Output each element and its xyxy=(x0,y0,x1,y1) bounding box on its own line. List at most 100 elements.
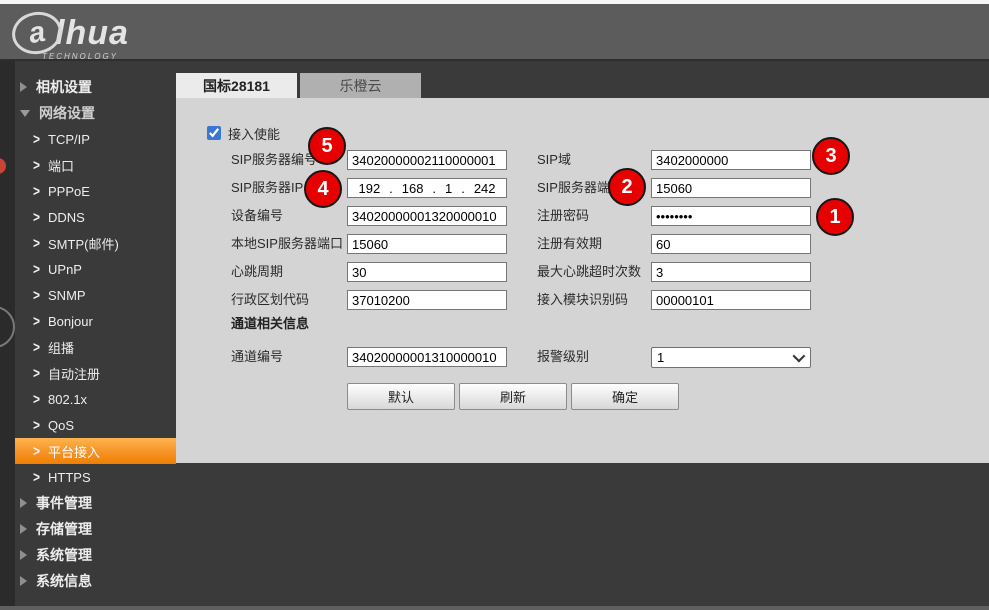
chevron-right-icon: > xyxy=(33,392,40,407)
tab-gb28181[interactable]: 国标28181 xyxy=(176,73,297,98)
register-password-field[interactable] xyxy=(651,206,811,226)
sidebar-item-auto-register[interactable]: > 自动注册 xyxy=(15,360,176,386)
sidebar-item-qos[interactable]: > QoS xyxy=(15,412,176,438)
chevron-right-icon: > xyxy=(33,314,40,329)
chevron-right-icon: > xyxy=(33,470,40,485)
device-id-label: 设备编号 xyxy=(231,206,283,226)
access-enable-checkbox[interactable] xyxy=(207,126,221,140)
chevron-right-icon: > xyxy=(33,236,40,251)
ip-octet: 168 xyxy=(402,181,424,196)
admin-division-code-label: 行政区划代码 xyxy=(231,290,309,310)
triangle-down-icon xyxy=(20,110,30,117)
bottom-strip xyxy=(0,606,989,610)
tab-lechange[interactable]: 乐橙云 xyxy=(300,73,421,98)
local-sip-port-label: 本地SIP服务器端口 xyxy=(231,234,343,254)
triangle-right-icon xyxy=(20,576,27,586)
dahua-web-config: { "header": { "brand_a": "a", "brand_res… xyxy=(0,0,989,610)
annotation-circle-3: 3 xyxy=(812,137,850,175)
sidebar-item-https[interactable]: > HTTPS xyxy=(15,464,176,490)
chevron-right-icon: > xyxy=(33,418,40,433)
sidebar-item-snmp[interactable]: > SNMP xyxy=(15,282,176,308)
sidebar-item-smtp[interactable]: > SMTP(邮件) xyxy=(15,230,176,256)
sidebar-item-platform-access[interactable]: > 平台接入 xyxy=(15,438,176,464)
ip-dot xyxy=(461,181,465,196)
sidebar-item-system-management[interactable]: 系统管理 xyxy=(15,542,176,568)
chevron-right-icon: > xyxy=(33,132,40,147)
content-panel: 接入使能 SIP服务器编号 SIP域 SIP服务器IP 1921681242 S… xyxy=(176,98,989,463)
access-enable-label: 接入使能 xyxy=(228,124,280,143)
header-bar: alhua TECHNOLOGY xyxy=(0,4,989,61)
admin-division-code-field[interactable] xyxy=(347,290,507,310)
ip-octet: 242 xyxy=(474,181,496,196)
max-heartbeat-timeout-field[interactable] xyxy=(651,262,811,282)
sip-server-id-label: SIP服务器编号 xyxy=(231,150,317,170)
chevron-right-icon: > xyxy=(33,288,40,303)
triangle-right-icon xyxy=(20,524,27,534)
dahua-logo-subtitle: TECHNOLOGY xyxy=(42,52,129,61)
heartbeat-period-label: 心跳周期 xyxy=(231,262,283,282)
chevron-right-icon: > xyxy=(33,210,40,225)
alarm-level-label: 报警级别 xyxy=(537,347,589,367)
sidebar-item-pppoe[interactable]: > PPPoE xyxy=(15,178,176,204)
local-sip-port-field[interactable] xyxy=(347,234,507,254)
register-validity-label: 注册有效期 xyxy=(537,234,602,254)
chevron-right-icon: > xyxy=(33,184,40,199)
sidebar-item-port[interactable]: > 端口 xyxy=(15,152,176,178)
triangle-right-icon xyxy=(20,498,27,508)
triangle-right-icon xyxy=(20,550,27,560)
chevron-right-icon: > xyxy=(33,158,40,173)
access-module-id-label: 接入模块识别码 xyxy=(537,290,628,310)
sidebar-item-system-info[interactable]: 系统信息 xyxy=(15,568,176,594)
annotation-circle-4: 4 xyxy=(304,170,342,208)
dahua-logo-wordmark: alhua xyxy=(12,12,129,54)
sidebar-item-storage-management[interactable]: 存储管理 xyxy=(15,516,176,542)
access-enable-row: 接入使能 xyxy=(207,125,280,141)
sidebar-item-multicast[interactable]: > 组播 xyxy=(15,334,176,360)
refresh-button[interactable]: 刷新 xyxy=(459,383,567,410)
dahua-logo: alhua TECHNOLOGY xyxy=(12,12,129,61)
register-password-label: 注册密码 xyxy=(537,206,589,226)
alarm-level-value: 1 xyxy=(657,350,793,365)
sidebar-item-tcpip[interactable]: > TCP/IP xyxy=(15,126,176,152)
annotation-circle-2: 2 xyxy=(608,168,646,206)
sip-server-port-field[interactable] xyxy=(651,178,811,198)
chevron-right-icon: > xyxy=(33,444,40,459)
channel-id-field[interactable] xyxy=(347,347,507,367)
sidebar-item-ddns[interactable]: > DDNS xyxy=(15,204,176,230)
ip-octet: 192 xyxy=(358,181,380,196)
sidebar-item-event-management[interactable]: 事件管理 xyxy=(15,490,176,516)
sidebar-item-network-settings[interactable]: 网络设置 xyxy=(15,100,176,126)
ip-octet: 1 xyxy=(445,181,452,196)
chevron-right-icon: > xyxy=(33,262,40,277)
max-heartbeat-timeout-label: 最大心跳超时次数 xyxy=(537,262,641,282)
sip-server-id-field[interactable] xyxy=(347,150,507,170)
default-button[interactable]: 默认 xyxy=(347,383,455,410)
device-id-field[interactable] xyxy=(347,206,507,226)
button-row: 默认 刷新 确定 xyxy=(347,383,683,410)
sip-domain-label: SIP域 xyxy=(537,150,571,170)
annotation-circle-5: 5 xyxy=(308,127,346,165)
heartbeat-period-field[interactable] xyxy=(347,262,507,282)
sidebar-item-8021x[interactable]: > 802.1x xyxy=(15,386,176,412)
sip-server-ip-field[interactable]: 192 168 1 242 xyxy=(347,178,507,198)
alarm-level-select[interactable]: 1 xyxy=(651,347,811,368)
channel-id-label: 通道编号 xyxy=(231,347,283,367)
annotation-circle-1: 1 xyxy=(816,198,854,236)
ip-dot xyxy=(432,181,436,196)
register-validity-field[interactable] xyxy=(651,234,811,254)
access-module-id-field[interactable] xyxy=(651,290,811,310)
ip-dot xyxy=(389,181,393,196)
sip-domain-field[interactable] xyxy=(651,150,811,170)
chevron-right-icon: > xyxy=(33,366,40,381)
sidebar-item-upnp[interactable]: > UPnP xyxy=(15,256,176,282)
sidebar-item-camera-settings[interactable]: 相机设置 xyxy=(15,74,176,100)
chevron-down-icon xyxy=(793,350,806,363)
sidebar-item-bonjour[interactable]: > Bonjour xyxy=(15,308,176,334)
chevron-right-icon: > xyxy=(33,340,40,355)
channel-info-section-title: 通道相关信息 xyxy=(231,313,309,332)
triangle-right-icon xyxy=(20,82,27,92)
sidebar-nav: 相机设置 网络设置 > TCP/IP > 端口 > PPPoE > DDNS >… xyxy=(15,74,176,594)
sip-server-ip-label: SIP服务器IP xyxy=(231,178,303,198)
confirm-button[interactable]: 确定 xyxy=(571,383,679,410)
tab-bar: 国标28181 乐橙云 xyxy=(176,73,421,98)
